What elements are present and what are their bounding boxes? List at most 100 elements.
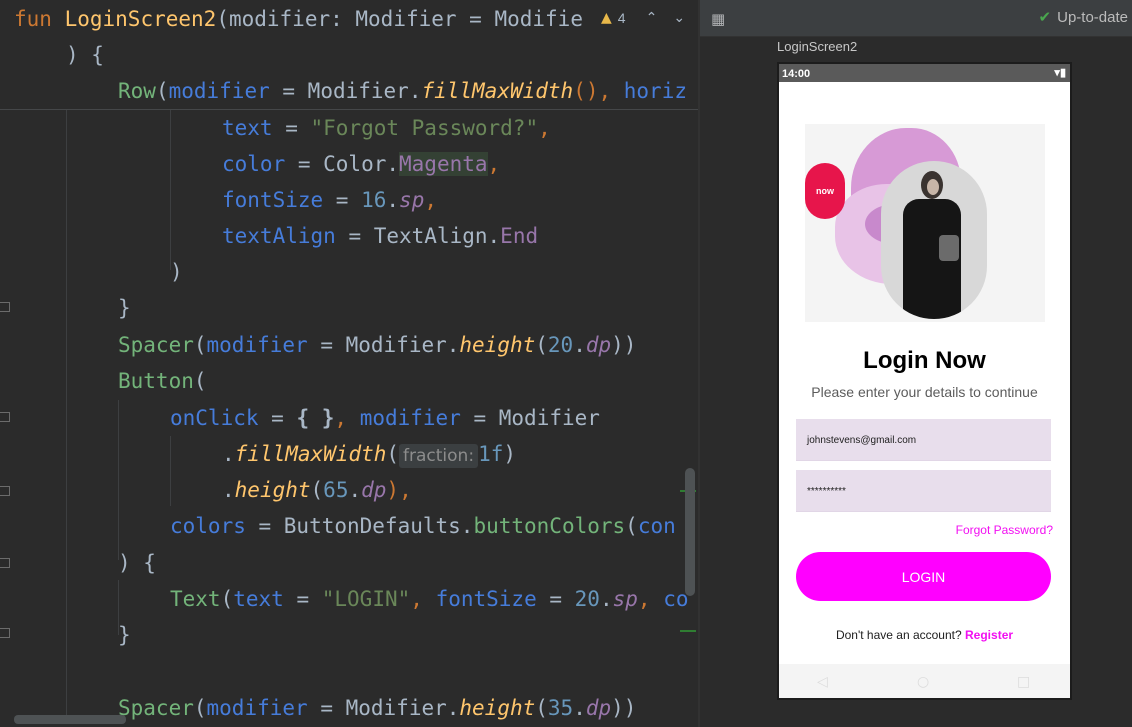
code-token: = xyxy=(283,587,322,611)
code-token: LoginScreen2 xyxy=(64,7,217,31)
code-token: )) xyxy=(611,696,637,720)
fold-marker[interactable] xyxy=(0,628,10,638)
status-icons: ▾▮ xyxy=(1054,67,1066,79)
register-link[interactable]: Register xyxy=(965,628,1013,642)
status-bar: 14:00 ▾▮ xyxy=(779,64,1070,82)
code-line-2[interactable]: ) { xyxy=(66,41,104,69)
sticky-header-separator xyxy=(0,109,698,110)
code-token: ( xyxy=(193,696,207,720)
warning-icon[interactable]: ▲ xyxy=(601,10,612,26)
signup-text: Don't have an account? xyxy=(835,628,962,642)
code-token: 20 xyxy=(574,587,600,611)
code-line-15[interactable]: colors = ButtonDefaults.buttonColors(con xyxy=(170,512,676,540)
portrait-photo xyxy=(881,161,987,319)
chevron-down-icon[interactable]: ⌄ xyxy=(673,10,685,26)
code-token: Spacer xyxy=(118,696,194,720)
code-line-6[interactable]: fontSize = 16.sp, xyxy=(222,186,437,214)
code-token: . xyxy=(222,478,235,502)
code-line-16[interactable]: ) { xyxy=(118,549,156,577)
horizontal-scrollbar[interactable] xyxy=(14,715,126,724)
code-token: sp xyxy=(399,188,425,212)
code-token: = Modifier. xyxy=(307,333,460,357)
phone-frame: 14:00 ▾▮ now Login Now Please enter your… xyxy=(777,62,1072,700)
code-token: 35 xyxy=(547,696,574,720)
code-line-3[interactable]: Row(modifier = Modifier.fillMaxWidth(), … xyxy=(118,77,687,105)
vertical-scrollbar[interactable] xyxy=(685,468,695,596)
code-token: ) { xyxy=(118,551,156,575)
code-token: = xyxy=(536,587,575,611)
code-token: , xyxy=(538,116,551,140)
signup-prompt: Don't have an account? Register xyxy=(779,628,1070,642)
code-token: , xyxy=(487,152,501,176)
code-line-14[interactable]: .height(65.dp), xyxy=(222,476,412,504)
code-line-7[interactable]: textAlign = TextAlign.End xyxy=(222,222,538,250)
chevron-up-icon[interactable]: ⌃ xyxy=(646,10,658,26)
code-line-19[interactable]: Spacer(modifier = Modifier.height(35.dp)… xyxy=(118,694,636,722)
parameter-hint: fraction: xyxy=(399,444,479,468)
code-token: = Modifier. xyxy=(307,696,460,720)
code-token: text xyxy=(233,587,284,611)
login-title: Login Now xyxy=(863,347,986,374)
code-token: (), xyxy=(573,79,612,103)
code-token: colors xyxy=(170,514,246,538)
recents-icon[interactable]: □ xyxy=(1017,674,1030,690)
build-status: ✔ Up-to-date xyxy=(1038,8,1128,27)
code-line-12[interactable]: onClick = { }, modifier = Modifier xyxy=(170,404,600,432)
preview-toolbar: ▦ ✔ Up-to-date xyxy=(700,0,1132,37)
code-line-4[interactable]: text = "Forgot Password?", xyxy=(222,114,551,142)
code-token: dp xyxy=(361,478,387,502)
inspection-widget[interactable]: ▲ 4 ⌃ ⌄ xyxy=(593,0,698,36)
code-line-1[interactable]: fun LoginScreen2(modifier: Modifier = Mo… xyxy=(14,5,583,33)
code-line-11[interactable]: Button( xyxy=(118,367,207,395)
code-token: ( xyxy=(193,369,207,393)
fold-marker[interactable] xyxy=(0,558,10,568)
code-token: height xyxy=(234,478,311,502)
home-icon[interactable]: ○ xyxy=(917,674,929,690)
fold-marker[interactable] xyxy=(0,486,10,496)
compose-preview-pane: ▦ ✔ Up-to-date LoginScreen2 14:00 ▾▮ now… xyxy=(698,0,1132,727)
preview-composable-name[interactable]: LoginScreen2 xyxy=(777,39,857,54)
back-icon[interactable]: ◁ xyxy=(817,674,828,690)
code-token: = TextAlign. xyxy=(335,224,501,248)
fold-marker[interactable] xyxy=(0,412,10,422)
code-token: fillMaxWidth xyxy=(421,79,574,103)
code-line-18[interactable]: } xyxy=(118,621,131,649)
code-token: = xyxy=(323,188,362,212)
code-token: { } xyxy=(296,406,335,430)
fold-marker[interactable] xyxy=(0,302,10,312)
code-token: ) { xyxy=(66,43,104,67)
login-button[interactable]: LOGIN xyxy=(796,552,1051,601)
code-token: = ButtonDefaults. xyxy=(245,514,474,538)
code-token: ( xyxy=(625,514,638,538)
password-field[interactable]: ********** xyxy=(796,470,1051,512)
code-token: )) xyxy=(611,333,637,357)
code-line-8[interactable]: ) xyxy=(170,258,183,286)
code-token: ), xyxy=(386,478,412,502)
code-token: fun xyxy=(14,7,52,31)
code-line-13[interactable]: .fillMaxWidth(fraction: 1f) xyxy=(222,440,516,468)
code-line-10[interactable]: Spacer(modifier = Modifier.height(20.dp)… xyxy=(118,331,636,359)
code-token: "LOGIN" xyxy=(321,587,411,611)
code-token: . xyxy=(599,587,613,611)
indent-guide xyxy=(170,436,171,506)
code-token: Button xyxy=(118,369,194,393)
check-icon: ✔ xyxy=(1038,9,1052,26)
code-line-17[interactable]: Text(text = "LOGIN", fontSize = 20.sp, c… xyxy=(170,585,689,613)
code-token: onClick xyxy=(170,406,259,430)
code-editor[interactable]: ▲ 4 ⌃ ⌄ fun LoginScreen2(modifier: Modif… xyxy=(0,0,698,727)
code-token: sp xyxy=(612,587,638,611)
code-token: ( xyxy=(535,333,548,357)
code-token: modifier xyxy=(168,79,270,103)
layout-mode-icon[interactable]: ▦ xyxy=(711,10,729,28)
code-token: modifier xyxy=(206,696,308,720)
code-token: height xyxy=(459,696,536,720)
code-token: Magenta xyxy=(399,152,488,176)
forgot-password-link[interactable]: Forgot Password? xyxy=(956,523,1053,537)
code-token: , xyxy=(424,188,437,212)
code-line-5[interactable]: color = Color.Magenta, xyxy=(222,150,500,178)
code-token: = Modifier xyxy=(460,406,600,430)
code-token: Spacer xyxy=(118,333,194,357)
code-line-9[interactable]: } xyxy=(118,294,131,322)
email-field[interactable]: johnstevens@gmail.com xyxy=(796,419,1051,461)
code-token: modifier xyxy=(347,406,461,430)
